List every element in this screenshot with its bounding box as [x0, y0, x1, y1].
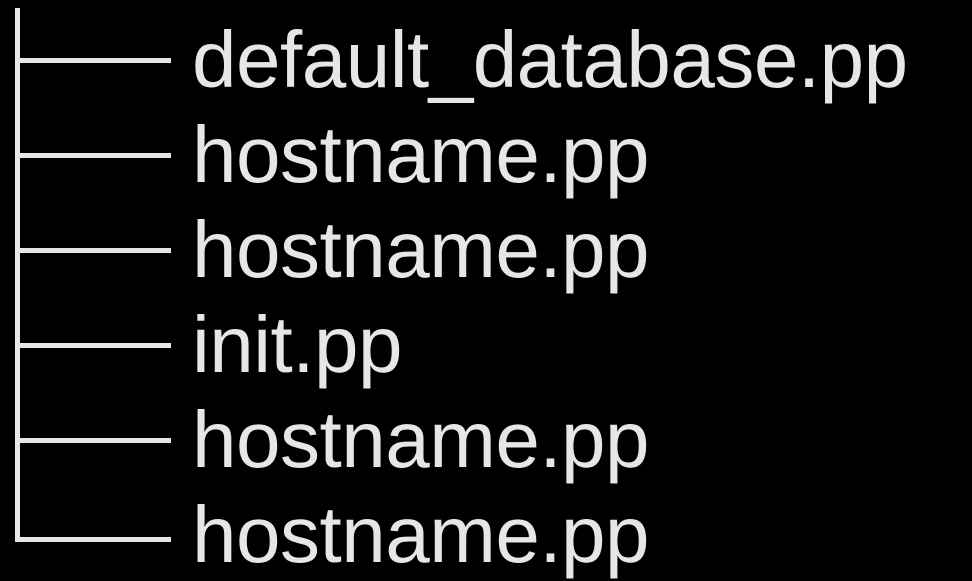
tree-branch-line — [15, 537, 171, 542]
tree-branch-line — [15, 248, 171, 253]
tree-item-hostname[interactable]: hostname.pp — [15, 202, 970, 298]
tree-branch-line — [15, 153, 171, 158]
tree-item-label: init.pp — [192, 300, 402, 389]
tree-branch-line — [15, 343, 171, 348]
tree-item-hostname[interactable]: hostname.pp — [15, 107, 970, 203]
tree-branch-line — [15, 58, 171, 63]
tree-branch-line — [15, 438, 171, 443]
tree-item-label: hostname.pp — [192, 395, 650, 484]
tree-item-default-database[interactable]: default_database.pp — [15, 12, 970, 108]
tree-item-hostname[interactable]: hostname.pp — [15, 392, 970, 488]
tree-item-label: hostname.pp — [192, 205, 650, 294]
file-tree: default_database.pp hostname.pp hostname… — [0, 0, 972, 581]
tree-item-label: hostname.pp — [192, 490, 650, 579]
tree-item-label: default_database.pp — [192, 15, 908, 104]
tree-item-init[interactable]: init.pp — [15, 297, 970, 393]
tree-item-hostname[interactable]: hostname.pp — [15, 487, 970, 581]
tree-item-label: hostname.pp — [192, 110, 650, 199]
